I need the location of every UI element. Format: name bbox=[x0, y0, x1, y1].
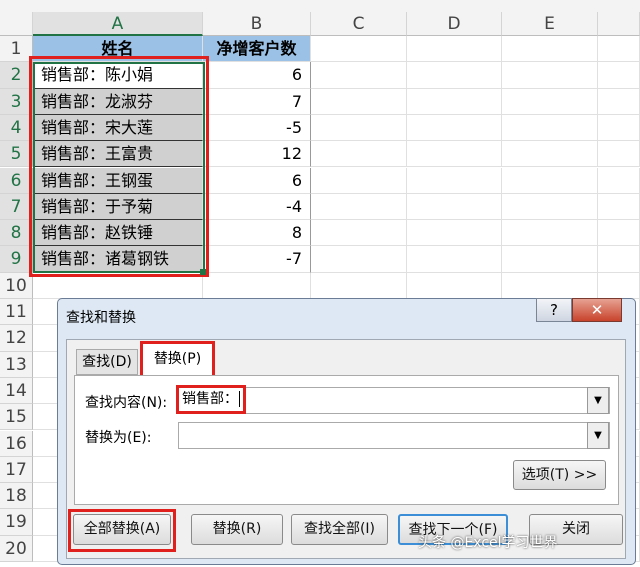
row-header[interactable]: 19 bbox=[0, 509, 33, 536]
cell[interactable] bbox=[311, 114, 407, 142]
cell[interactable] bbox=[598, 220, 640, 247]
dialog-title: 查找和替换 bbox=[66, 310, 136, 326]
tab-replace[interactable]: 替换(P) bbox=[140, 341, 215, 378]
value-cell[interactable]: -7 bbox=[203, 246, 311, 273]
replace-button[interactable]: 替换(R) bbox=[191, 514, 283, 545]
cell[interactable] bbox=[598, 88, 640, 115]
watermark: 头条 @Excel学习世界 bbox=[418, 535, 558, 551]
cell[interactable] bbox=[311, 167, 407, 194]
cell[interactable] bbox=[598, 114, 640, 142]
fill-handle[interactable] bbox=[200, 268, 206, 275]
value-cell[interactable]: -5 bbox=[203, 114, 311, 142]
cell[interactable] bbox=[407, 36, 502, 63]
cell[interactable] bbox=[502, 272, 598, 299]
cell[interactable] bbox=[311, 141, 407, 168]
replace-label: 替换为(E): bbox=[85, 430, 152, 446]
cell[interactable] bbox=[502, 193, 598, 221]
cell[interactable] bbox=[311, 193, 407, 221]
tab-find[interactable]: 查找(D) bbox=[76, 349, 138, 375]
replace-input[interactable] bbox=[178, 422, 610, 449]
cell[interactable] bbox=[311, 246, 407, 273]
options-button[interactable]: 选项(T) >> bbox=[513, 460, 606, 490]
value-cell[interactable]: 8 bbox=[203, 220, 311, 247]
row-header[interactable]: 11 bbox=[0, 299, 33, 326]
row-header[interactable]: 16 bbox=[0, 430, 33, 457]
column-header[interactable]: C bbox=[311, 12, 407, 36]
help-button[interactable]: ? bbox=[536, 298, 572, 322]
cell[interactable] bbox=[311, 220, 407, 247]
cell[interactable] bbox=[407, 114, 502, 142]
value-cell[interactable]: 7 bbox=[203, 88, 311, 115]
cell[interactable] bbox=[502, 62, 598, 89]
row-header[interactable]: 18 bbox=[0, 483, 33, 510]
column-header[interactable] bbox=[598, 12, 640, 36]
column-header[interactable]: B bbox=[203, 12, 311, 36]
cell[interactable] bbox=[407, 141, 502, 168]
cell[interactable] bbox=[598, 246, 640, 273]
cell[interactable] bbox=[598, 272, 640, 299]
cell[interactable] bbox=[502, 88, 598, 115]
row-header[interactable]: 15 bbox=[0, 404, 33, 431]
cell[interactable] bbox=[311, 36, 407, 63]
top-bar bbox=[0, 0, 640, 12]
find-all-button[interactable]: 查找全部(I) bbox=[291, 514, 388, 545]
cell[interactable] bbox=[407, 167, 502, 194]
row-header[interactable]: 17 bbox=[0, 456, 33, 484]
cell[interactable] bbox=[502, 141, 598, 168]
cell[interactable] bbox=[407, 220, 502, 247]
cell[interactable] bbox=[598, 193, 640, 221]
column-header[interactable]: E bbox=[502, 12, 598, 36]
row-header[interactable]: 14 bbox=[0, 377, 33, 405]
cell[interactable] bbox=[502, 246, 598, 273]
cell[interactable] bbox=[407, 272, 502, 299]
find-value[interactable]: 销售部： bbox=[176, 385, 246, 414]
cell[interactable] bbox=[598, 62, 640, 89]
header-net-customers[interactable]: 净增客户数 bbox=[203, 36, 311, 63]
cell[interactable] bbox=[407, 62, 502, 89]
cell[interactable] bbox=[407, 246, 502, 273]
cell[interactable] bbox=[311, 272, 407, 299]
cell[interactable] bbox=[598, 36, 640, 63]
row-header[interactable]: 12 bbox=[0, 325, 33, 352]
cell[interactable] bbox=[311, 88, 407, 115]
select-all-corner[interactable] bbox=[0, 12, 33, 36]
cell[interactable] bbox=[407, 193, 502, 221]
find-label: 查找内容(N): bbox=[85, 395, 168, 411]
value-cell[interactable]: 6 bbox=[203, 167, 311, 194]
cell[interactable] bbox=[598, 141, 640, 168]
value-cell[interactable]: -4 bbox=[203, 193, 311, 221]
cell[interactable] bbox=[407, 88, 502, 115]
cell[interactable] bbox=[203, 272, 311, 299]
row-header[interactable]: 13 bbox=[0, 351, 33, 378]
find-replace-dialog: 查找和替换 ? ✕ 查找(D) 替换(P) 查找内容(N): 销售部： ▼ 替换… bbox=[57, 298, 636, 565]
replace-all-button[interactable]: 全部替换(A) bbox=[73, 514, 171, 545]
cell[interactable] bbox=[502, 36, 598, 63]
cell[interactable] bbox=[502, 220, 598, 247]
column-header[interactable]: D bbox=[407, 12, 502, 36]
find-dropdown-icon[interactable]: ▼ bbox=[587, 387, 609, 414]
cell[interactable] bbox=[502, 114, 598, 142]
cell[interactable] bbox=[311, 62, 407, 89]
value-cell[interactable]: 6 bbox=[203, 62, 311, 89]
column-header[interactable]: A bbox=[33, 12, 203, 36]
replace-dropdown-icon[interactable]: ▼ bbox=[587, 422, 609, 449]
cell[interactable] bbox=[598, 167, 640, 194]
highlight-box bbox=[29, 56, 209, 277]
row-header[interactable]: 20 bbox=[0, 535, 33, 562]
cell[interactable] bbox=[502, 167, 598, 194]
close-icon[interactable]: ✕ bbox=[572, 298, 622, 322]
value-cell[interactable]: 12 bbox=[203, 141, 311, 168]
